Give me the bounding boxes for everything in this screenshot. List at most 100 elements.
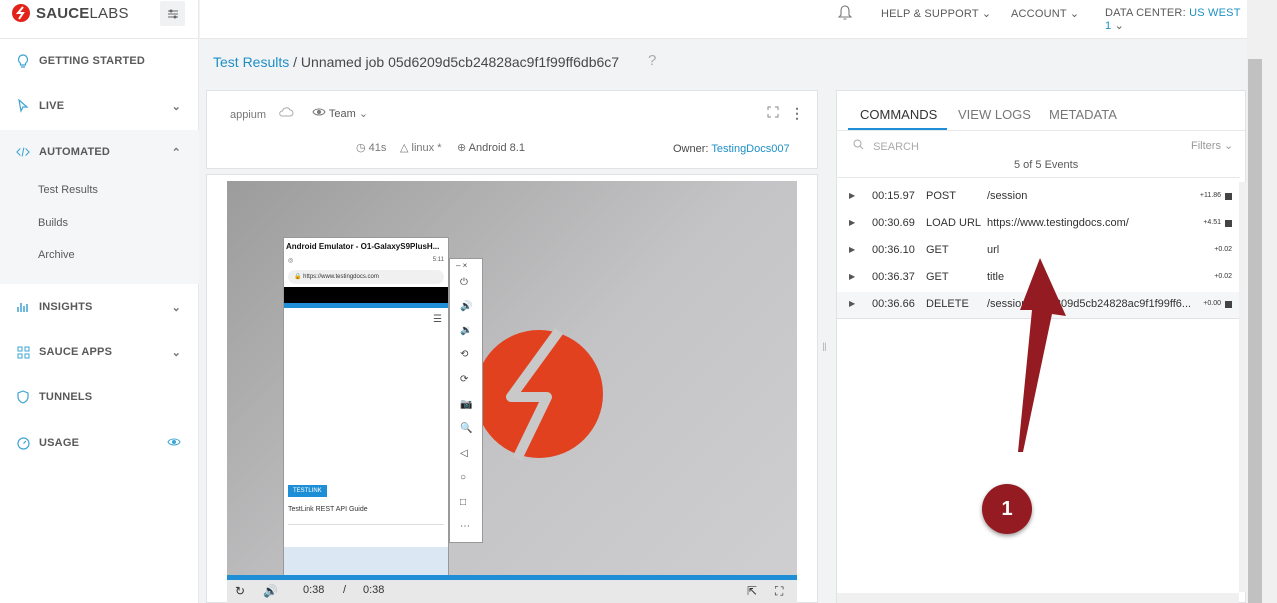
tab-view-logs[interactable]: VIEW LOGS xyxy=(958,107,1031,122)
breadcrumb-test-results-link[interactable]: Test Results xyxy=(213,54,289,70)
volume-down-icon[interactable]: 🔉 xyxy=(460,325,472,336)
sidebar-item-automated[interactable]: AUTOMATED ⌃ xyxy=(0,130,199,174)
sidebar-item-label: TUNNELS xyxy=(39,391,93,403)
bar-chart-icon xyxy=(16,300,30,314)
command-row[interactable]: ▶ 00:36.10 GET url +0.02 xyxy=(837,238,1239,265)
home-icon[interactable]: ○ xyxy=(460,472,466,483)
expand-caret-icon[interactable]: ▶ xyxy=(849,272,855,281)
collapse-sidebar-button[interactable] xyxy=(160,1,185,26)
search-icon xyxy=(853,139,867,153)
command-path: title xyxy=(987,271,1005,283)
expand-caret-icon[interactable]: ▶ xyxy=(849,191,855,200)
os-info: △ linux * xyxy=(400,141,442,154)
commands-scrollbar[interactable] xyxy=(1239,182,1246,592)
camera-icon[interactable]: 📷 xyxy=(460,399,472,410)
screenshot-icon[interactable] xyxy=(1225,301,1232,308)
tabs-divider xyxy=(836,130,1246,131)
brand-logo[interactable]: SAUCELABS xyxy=(12,4,129,22)
volume-icon[interactable]: 🔊 xyxy=(263,584,278,598)
platform-info: ⊕ Android 8.1 xyxy=(457,141,525,154)
volume-up-icon[interactable]: 🔊 xyxy=(460,301,472,312)
command-row[interactable]: ▶ 00:36.37 GET title +0.02 xyxy=(837,265,1239,292)
zoom-icon[interactable]: 🔍 xyxy=(460,423,472,434)
chevron-down-icon: ⌄ xyxy=(171,346,181,359)
sidebar-item-getting-started[interactable]: GETTING STARTED xyxy=(0,39,199,83)
data-center-menu[interactable]: DATA CENTER: US WEST 1 ⌄ xyxy=(1105,7,1247,32)
overview-icon[interactable]: □ xyxy=(460,497,466,508)
sidebar-item-usage[interactable]: USAGE xyxy=(0,421,199,465)
help-support-menu[interactable]: HELP & SUPPORT ⌄ xyxy=(881,7,991,20)
sidebar-item-live[interactable]: LIVE ⌄ xyxy=(0,84,199,128)
more-options-icon[interactable]: ⋮ xyxy=(790,105,804,122)
clock-icon: ◷ xyxy=(356,142,366,154)
screenshot-icon[interactable] xyxy=(1225,193,1232,200)
account-menu[interactable]: ACCOUNT ⌄ xyxy=(1011,7,1079,20)
command-time: 00:36.37 xyxy=(872,271,915,283)
video-controls: ↻ 🔊 0:38 / 0:38 ⇱ ⛶ xyxy=(227,580,797,603)
sidebar-item-tunnels[interactable]: TUNNELS xyxy=(0,375,199,419)
filters-label: Filters xyxy=(1191,140,1221,152)
chevron-down-icon: ⌄ xyxy=(1224,140,1234,152)
command-row[interactable]: ▶ 00:15.97 POST /session +11.86 xyxy=(837,184,1239,211)
command-delta: +4.51 xyxy=(1203,219,1221,226)
screenshot-icon[interactable] xyxy=(1225,220,1232,227)
open-external-icon[interactable]: ⇱ xyxy=(747,584,757,598)
sauce-logo-icon xyxy=(12,4,30,22)
expand-icon[interactable] xyxy=(767,106,779,121)
replay-icon[interactable]: ↻ xyxy=(235,584,245,598)
sidebar-item-label: LIVE xyxy=(39,100,65,112)
power-icon[interactable]: ⏻ xyxy=(460,277,468,288)
chevron-down-icon: ⌄ xyxy=(358,108,369,120)
command-row[interactable]: ▶ 00:30.69 LOAD URL https://www.testingd… xyxy=(837,211,1239,238)
sidebar-sub-builds[interactable]: Builds xyxy=(38,217,68,229)
tab-metadata[interactable]: METADATA xyxy=(1049,107,1117,122)
sidebar-sub-archive[interactable]: Archive xyxy=(38,249,75,261)
command-delta: +0.02 xyxy=(1214,246,1232,253)
fullscreen-icon[interactable]: ⛶ xyxy=(775,584,783,599)
expand-caret-icon[interactable]: ▶ xyxy=(849,245,855,254)
rotate-left-icon[interactable]: ⟲ xyxy=(460,349,468,360)
more-icon[interactable]: ⋯ xyxy=(460,521,470,532)
expand-caret-icon[interactable]: ▶ xyxy=(849,218,855,227)
command-method: DELETE xyxy=(926,298,969,310)
sidebar-item-sauce-apps[interactable]: SAUCE APPS ⌄ xyxy=(0,330,199,374)
code-icon xyxy=(16,145,30,159)
status-time: 5:11 xyxy=(432,257,444,263)
command-row-selected[interactable]: ▶ 00:36.66 DELETE /session/05d6209d5cb24… xyxy=(837,292,1239,319)
commands-horizontal-scrollbar[interactable] xyxy=(837,593,1239,603)
chevron-down-icon: ⌄ xyxy=(1114,20,1125,32)
commands-search[interactable]: SEARCH xyxy=(853,139,919,153)
sidebar-item-label: USAGE xyxy=(39,437,80,449)
command-path: https://www.testingdocs.com/ xyxy=(987,217,1129,229)
minimize-icon[interactable]: – × xyxy=(456,261,467,270)
filters-dropdown[interactable]: Filters ⌄ xyxy=(1191,139,1233,152)
back-icon[interactable]: ◁ xyxy=(460,448,468,459)
android-emulator-window[interactable]: Android Emulator - O1-GalaxyS9PlusH... ◎… xyxy=(283,237,449,603)
emulator-page-header xyxy=(284,287,448,303)
testlink-tag[interactable]: TESTLINK xyxy=(288,485,327,497)
sidebar-sub-test-results[interactable]: Test Results xyxy=(38,184,98,196)
visibility-dropdown[interactable]: Team ⌄ xyxy=(312,107,368,120)
emulator-url-bar[interactable]: 🔒 https://www.testingdocs.com xyxy=(288,270,444,284)
owner-link[interactable]: TestingDocs007 xyxy=(711,143,789,155)
page-title: Unnamed job 05d6209d5cb24828ac9f1f99ff6d… xyxy=(300,54,620,70)
tab-commands[interactable]: COMMANDS xyxy=(860,107,937,122)
emulator-article-title[interactable]: TestLink REST API Guide xyxy=(288,506,368,513)
chevron-up-icon: ⌃ xyxy=(171,146,181,159)
notifications-bell-icon[interactable] xyxy=(837,5,853,24)
hamburger-menu-icon[interactable]: ☰ xyxy=(433,314,442,325)
eye-icon[interactable] xyxy=(167,437,181,450)
lock-icon: 🔒 xyxy=(294,274,302,280)
help-question-icon[interactable]: ? xyxy=(648,52,656,69)
events-count: 5 of 5 Events xyxy=(1014,159,1079,171)
command-path: /session/05d6209d5cb24828ac9f1f99ff6... xyxy=(987,298,1192,310)
command-method: GET xyxy=(926,271,949,283)
panel-resize-handle[interactable]: ‖ xyxy=(822,340,827,354)
sidebar-item-insights[interactable]: INSIGHTS ⌄ xyxy=(0,285,199,329)
window-scrollbar-thumb[interactable] xyxy=(1248,59,1262,603)
breadcrumb: Test Results / Unnamed job 05d6209d5cb24… xyxy=(213,54,619,70)
linux-icon: △ xyxy=(400,142,409,154)
rotate-right-icon[interactable]: ⟳ xyxy=(460,374,468,385)
emulator-status-bar: ◎ 5:11 xyxy=(284,256,448,268)
expand-caret-icon[interactable]: ▶ xyxy=(849,299,855,308)
